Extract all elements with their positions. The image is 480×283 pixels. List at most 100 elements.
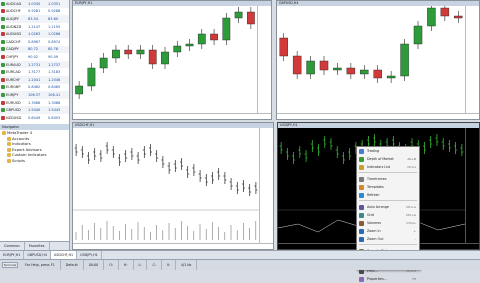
menu-separator	[359, 200, 417, 202]
menu-item-label: Volumes	[367, 221, 381, 225]
direction-icon	[1, 54, 5, 59]
menu-item[interactable]: Properties... F8	[357, 275, 419, 283]
symbol-label: AUDCHF	[6, 9, 21, 14]
market-watch-row[interactable]: EURAUD 1.2731 1.2737	[0, 60, 69, 69]
market-watch-row[interactable]: NZDUSD 0.8449 0.8453	[0, 114, 69, 122]
market-watch-row[interactable]: EURCHF 1.2041 1.2046	[0, 75, 69, 84]
menu-shortcut: Alt+B	[407, 157, 416, 161]
menu-item[interactable]: Timeframes	[357, 175, 419, 183]
direction-icon	[1, 115, 5, 120]
menu-shortcut: F8	[412, 277, 416, 281]
folder-icon	[7, 147, 11, 152]
menu-item[interactable]: Templates	[357, 183, 419, 191]
status-cell: Default	[61, 260, 84, 270]
direction-icon	[1, 85, 5, 90]
candle-body	[161, 51, 169, 65]
direction-icon	[1, 39, 5, 44]
candle-body	[124, 49, 133, 55]
candle-body	[292, 55, 302, 75]
status-cell: 00:00	[84, 260, 105, 270]
market-watch-row[interactable]: AUDUSD 1.0263 1.0266	[0, 30, 69, 38]
menu-item-label: Properties...	[367, 277, 387, 281]
chart-window-usdchf[interactable]: USDCHF,H1	[72, 122, 274, 250]
bid-value: 1.3177	[28, 70, 41, 75]
bid-value: 0.8967	[28, 39, 41, 44]
candlestick-chart[interactable]	[73, 6, 257, 115]
folder-icon	[7, 158, 11, 163]
ask-value: 0.9288	[48, 9, 61, 14]
market-watch-row[interactable]: AUDNZD 1.2147 1.2155	[0, 23, 69, 31]
menu-item[interactable]: Refresh	[357, 191, 419, 199]
menu-separator	[359, 172, 417, 174]
symbol-label: EURGBP	[6, 85, 21, 90]
navigator-tab[interactable]: Common	[0, 242, 25, 250]
menu-item[interactable]: Zoom In +	[357, 227, 419, 235]
market-watch-row[interactable]: EURUSD 1.3066 1.3068	[0, 99, 69, 107]
candle-body	[386, 75, 396, 79]
folder-icon	[7, 136, 11, 141]
status-bar: For Help, press F1 Default 00:00 O: H: L: C: V:…	[0, 259, 480, 270]
refresh-icon	[359, 192, 364, 198]
chart-tab[interactable]: USDJPY,H1	[77, 251, 102, 259]
menu-shortcut: +	[413, 229, 416, 233]
menu-item[interactable]: Auto Arrange Ctrl+A	[357, 203, 419, 211]
bid-value: 0.8462	[28, 85, 41, 90]
ask-value: 1.5443	[48, 108, 61, 113]
bid-value: 1.2731	[28, 62, 41, 67]
candle-body	[306, 60, 315, 75]
terminal-button[interactable]: Terminal	[2, 262, 18, 268]
chart-window-eurjpy[interactable]: EURJPY,H1	[72, 0, 272, 120]
navigator-tab[interactable]: Favorites	[25, 242, 50, 250]
market-watch-row[interactable]: AUDCAD 1.0345 1.0351	[0, 0, 69, 8]
menu-item-label: Auto Arrange	[367, 205, 389, 209]
market-watch-row[interactable]: AUDJPY 83.54 83.60	[0, 15, 69, 23]
candlestick-chart[interactable]	[277, 6, 465, 115]
chart-tab[interactable]: GBPUSD,H4	[24, 251, 51, 259]
direction-icon	[1, 70, 5, 75]
status-cell: V:	[162, 260, 176, 270]
menu-item[interactable]: Trading	[357, 147, 419, 155]
market-watch-row[interactable]: EURJPY 106.37 106.41	[0, 91, 69, 99]
market-watch-row[interactable]: EURGBP 0.8462 0.8465	[0, 84, 69, 92]
navigator-node[interactable]: Scripts	[0, 158, 69, 164]
bar-chart[interactable]	[73, 128, 259, 245]
ask-value: 1.2046	[48, 77, 61, 82]
grid-icon	[359, 212, 364, 218]
candle-body	[112, 49, 120, 59]
market-watch-row[interactable]: EURCAD 1.3177 1.3183	[0, 68, 69, 76]
candle-body	[400, 43, 409, 77]
candle-body	[148, 49, 157, 65]
menu-item[interactable]: Indicators List Ctrl+I	[357, 163, 419, 171]
time-axis	[73, 243, 273, 249]
properties-icon	[359, 276, 364, 282]
candle-body	[222, 17, 231, 41]
menu-item[interactable]: Volumes Ctrl+L	[357, 219, 419, 227]
menu-item-label: Zoom Out	[367, 237, 384, 241]
status-cell: 4/1 kb	[176, 260, 198, 270]
navigator-node-label: Scripts	[12, 157, 25, 163]
market-watch-row[interactable]: CHFJPY 90.02 90.09	[0, 53, 69, 61]
market-watch-row[interactable]: GBPUSD 1.5440 1.5443	[0, 106, 69, 114]
ask-value: 1.2737	[48, 62, 61, 67]
ask-value: 1.3068	[48, 100, 61, 105]
bid-value: 90.02	[28, 54, 39, 59]
direction-icon	[1, 62, 5, 67]
bid-value: 80.72	[28, 47, 39, 52]
indicators-icon	[359, 164, 364, 170]
navigator-tabs: Common Favorites	[0, 241, 69, 250]
ask-value: 0.8465	[48, 85, 61, 90]
menu-item[interactable]: Grid Ctrl+G	[357, 211, 419, 219]
price-axis	[259, 128, 273, 243]
market-watch-row[interactable]: AUDCHF 0.9281 0.9288	[0, 8, 69, 16]
candle-body	[319, 60, 329, 71]
market-watch-row[interactable]: CADCHF 0.8967 0.8974	[0, 38, 69, 46]
chart-tab[interactable]: USDCHF,H1	[50, 251, 78, 259]
menu-item[interactable]: Depth of Market Alt+B	[357, 155, 419, 163]
symbol-label: EURUSD	[6, 100, 21, 105]
candle-body	[99, 57, 108, 69]
chart-window-gbpusd[interactable]: GBPUSD,H4	[276, 0, 480, 120]
ask-value: 80.78	[48, 47, 59, 52]
menu-item[interactable]: Zoom Out -	[357, 235, 419, 243]
chart-tab[interactable]: EURJPY,H1	[0, 251, 25, 259]
market-watch-row[interactable]: CADJPY 80.72 80.78	[0, 45, 69, 54]
